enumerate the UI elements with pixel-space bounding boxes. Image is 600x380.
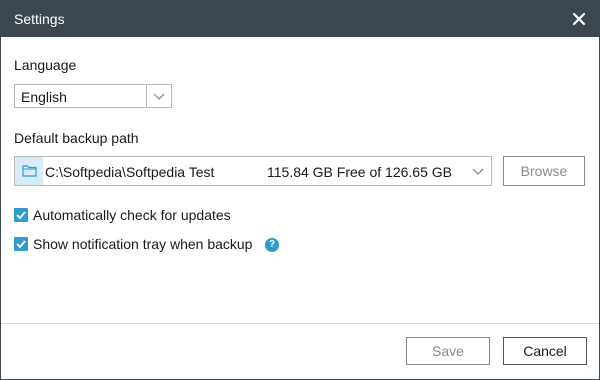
settings-dialog: Settings Language English Default backup…: [0, 0, 600, 380]
chevron-down-icon[interactable]: [146, 85, 171, 107]
window-title: Settings: [14, 11, 65, 27]
language-select[interactable]: English: [14, 84, 172, 108]
free-space-text: 115.84 GB Free of 126.65 GB: [267, 164, 452, 180]
footer-divider: [1, 323, 599, 324]
backup-path-value: C:\Softpedia\Softpedia Test: [45, 164, 215, 180]
auto-update-label: Automatically check for updates: [33, 207, 231, 223]
backup-path-select[interactable]: C:\Softpedia\Softpedia Test 115.84 GB Fr…: [14, 156, 492, 186]
close-icon[interactable]: [567, 7, 591, 31]
checkbox-notification-tray[interactable]: [14, 237, 28, 251]
checkbox-auto-update[interactable]: [14, 208, 28, 222]
help-icon[interactable]: ?: [265, 238, 279, 252]
notification-tray-label: Show notification tray when backup: [33, 236, 253, 252]
language-select-value: English: [21, 89, 67, 105]
language-label: Language: [14, 57, 77, 73]
chevron-down-icon[interactable]: [471, 165, 485, 181]
folder-icon: [15, 157, 43, 185]
title-bar: Settings: [1, 1, 599, 37]
cancel-button[interactable]: Cancel: [503, 337, 587, 365]
backup-path-label: Default backup path: [14, 130, 139, 146]
save-button[interactable]: Save: [406, 337, 490, 365]
browse-button[interactable]: Browse: [503, 156, 585, 186]
